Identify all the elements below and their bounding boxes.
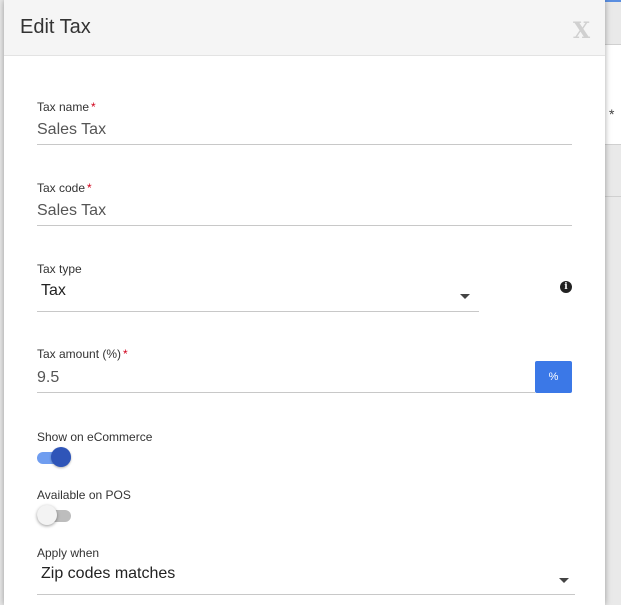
tax-amount-field[interactable]: Tax amount (%) * 9.5 % bbox=[37, 347, 572, 393]
available-on-pos-label: Available on POS bbox=[37, 488, 131, 502]
required-marker: * bbox=[91, 100, 96, 114]
apply-when-select[interactable]: Apply when Zip codes matches bbox=[37, 546, 575, 595]
show-on-ecommerce-field: Show on eCommerce bbox=[37, 430, 153, 467]
chevron-down-icon[interactable] bbox=[559, 578, 569, 583]
tax-code-field[interactable]: Tax code * Sales Tax bbox=[37, 181, 572, 226]
tax-amount-label: Tax amount (%) * bbox=[37, 347, 128, 361]
apply-when-label: Apply when bbox=[37, 546, 100, 560]
tax-type-label: Tax type bbox=[37, 262, 82, 276]
tax-amount-input[interactable]: 9.5 bbox=[37, 369, 59, 387]
show-on-ecommerce-toggle[interactable] bbox=[37, 445, 73, 467]
tax-name-label: Tax name * bbox=[37, 100, 96, 114]
percent-unit-button[interactable]: % bbox=[535, 361, 572, 393]
required-marker: * bbox=[123, 347, 128, 361]
tax-code-label: Tax code * bbox=[37, 181, 92, 195]
close-button[interactable]: X bbox=[573, 18, 590, 44]
toggle-knob[interactable] bbox=[51, 447, 71, 467]
background-divider bbox=[605, 196, 621, 197]
input-underline bbox=[37, 144, 572, 145]
background-divider bbox=[605, 144, 621, 145]
tax-type-selected-value[interactable]: Tax bbox=[41, 282, 66, 300]
dialog-title: Edit Tax bbox=[20, 16, 91, 38]
background-panel bbox=[605, 44, 621, 144]
available-on-pos-field: Available on POS bbox=[37, 488, 131, 525]
background-required-marker: * bbox=[609, 106, 615, 122]
input-underline bbox=[37, 225, 572, 226]
tax-code-input[interactable]: Sales Tax bbox=[37, 202, 106, 220]
available-on-pos-toggle[interactable] bbox=[37, 503, 73, 525]
chevron-down-icon[interactable] bbox=[460, 294, 470, 299]
tax-name-input[interactable]: Sales Tax bbox=[37, 121, 106, 139]
select-underline bbox=[37, 311, 479, 312]
dialog-header: Edit Tax X bbox=[4, 0, 605, 56]
show-on-ecommerce-label: Show on eCommerce bbox=[37, 430, 153, 444]
select-underline bbox=[37, 594, 575, 595]
toggle-knob[interactable] bbox=[37, 505, 57, 525]
input-underline bbox=[37, 392, 535, 393]
edit-tax-dialog: Edit Tax X Tax name * Sales Tax Tax code *… bbox=[4, 0, 605, 605]
info-icon[interactable]: i bbox=[560, 281, 572, 293]
background-divider bbox=[605, 44, 621, 45]
tax-type-select[interactable]: Tax type Tax bbox=[37, 262, 479, 312]
tax-name-field[interactable]: Tax name * Sales Tax bbox=[37, 100, 572, 145]
background-accent-line bbox=[605, 0, 621, 2]
apply-when-selected-value[interactable]: Zip codes matches bbox=[41, 565, 175, 583]
required-marker: * bbox=[87, 181, 92, 195]
